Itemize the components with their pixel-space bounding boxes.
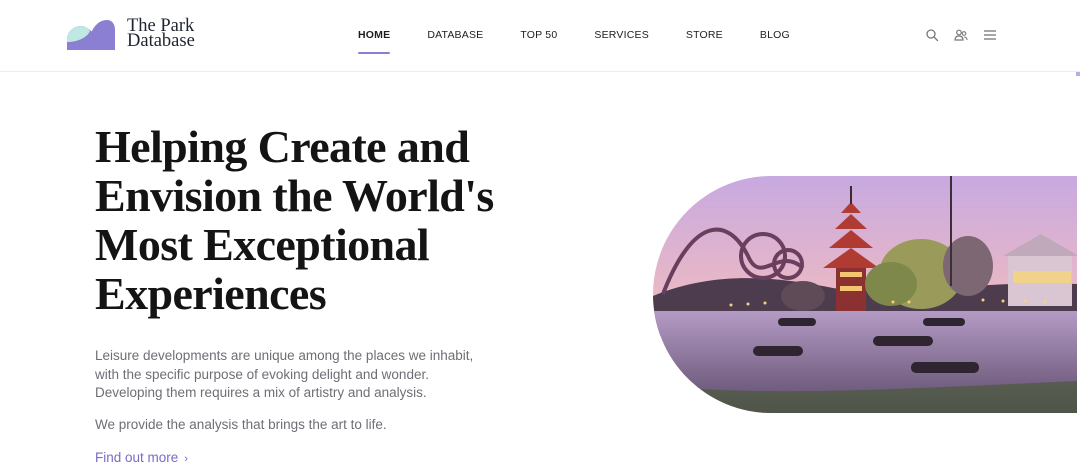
nav-database[interactable]: DATABASE	[427, 29, 483, 45]
nav-top-50[interactable]: TOP 50	[520, 29, 557, 45]
logo-text-line2: Database	[127, 31, 195, 51]
hero-title: Helping Create and Envision the World's …	[95, 122, 575, 318]
chevron-right-icon: ›	[184, 453, 188, 465]
amusement-park-photo	[653, 176, 1077, 413]
search-icon[interactable]	[925, 28, 939, 42]
hero-description-line: Developing them requires a mix of artist…	[95, 385, 427, 400]
hero-subtext: We provide the analysis that brings the …	[95, 417, 387, 432]
find-out-more-link[interactable]: Find out more ›	[95, 449, 188, 468]
tower	[950, 176, 952, 286]
hero-description: Leisure developments are unique among th…	[95, 347, 515, 403]
hero-title-line: Experiences	[95, 268, 327, 319]
find-out-more-label: Find out more	[95, 450, 179, 465]
header-tools	[925, 28, 1012, 42]
menu-icon[interactable]	[983, 28, 997, 42]
hero-image	[653, 176, 1077, 413]
main-nav: HOME DATABASE TOP 50 SERVICES STORE BLOG	[358, 29, 827, 54]
hero-description-line: Leisure developments are unique among th…	[95, 348, 474, 363]
user-group-icon[interactable]	[954, 28, 968, 42]
nav-services[interactable]: SERVICES	[594, 29, 649, 45]
nav-store[interactable]: STORE	[686, 29, 723, 45]
hero-title-line: Envision the World's	[95, 170, 494, 221]
logo-mark-icon	[67, 20, 115, 50]
nav-home[interactable]: HOME	[358, 29, 391, 54]
nav-blog[interactable]: BLOG	[760, 29, 790, 45]
site-header: The Park Database HOME DATABASE TOP 50 S…	[0, 0, 1080, 72]
logo[interactable]: The Park Database	[67, 17, 195, 51]
hero-title-line: Most Exceptional	[95, 219, 430, 270]
hero-description-line: with the specific purpose of evoking del…	[95, 366, 429, 382]
hero-title-line: Helping Create and	[95, 121, 470, 172]
logo-text: The Park Database	[127, 17, 195, 51]
